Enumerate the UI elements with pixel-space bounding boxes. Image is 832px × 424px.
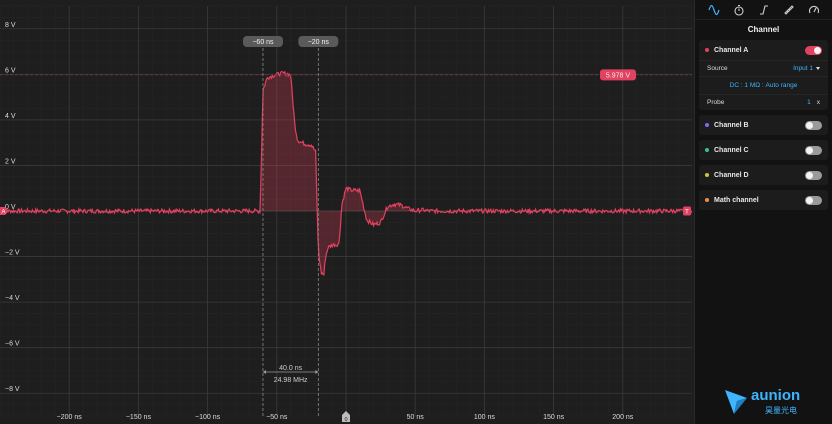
channel-b-label: Channel B xyxy=(714,121,749,129)
channel-panel: Channel Channel A Source Input 1 DC : 1 … xyxy=(694,0,832,424)
cursor-delta-time: 40.0 ns xyxy=(279,365,302,372)
timebase-tab[interactable] xyxy=(730,1,748,19)
y-tick-label: −4 V xyxy=(5,295,20,302)
stopwatch-icon xyxy=(733,4,744,16)
scope-plot[interactable]: 8 V6 V4 V2 V0 V−2 V−4 V−6 V−8 V−200 ns −1… xyxy=(0,0,692,424)
ruler-icon xyxy=(783,4,794,15)
channel-c-label: Channel C xyxy=(714,146,749,154)
y-tick-label: 4 V xyxy=(5,113,16,120)
y-tick-label: 8 V xyxy=(5,22,16,29)
channel-c-toggle[interactable] xyxy=(805,145,822,155)
channel-b-color-dot xyxy=(705,123,709,127)
trigger-tab[interactable] xyxy=(755,1,773,19)
x-tick-label: 50 ns xyxy=(407,414,425,421)
math-channel-label: Math channel xyxy=(714,196,759,204)
x-tick-label: 100 ns xyxy=(474,414,496,421)
math-channel-header[interactable]: Math channel xyxy=(699,190,828,210)
trigger-marker-label: T xyxy=(685,210,689,216)
cursor1-label: −60 ns xyxy=(252,39,274,46)
probe-row: Probe 1x xyxy=(699,94,828,110)
x-tick-label: −200 ns xyxy=(57,414,83,421)
cursor2-label: −20 ns xyxy=(308,39,330,46)
channel-b-toggle[interactable] xyxy=(805,120,822,130)
math-channel-color-dot xyxy=(705,198,709,202)
x-tick-label: −100 ns xyxy=(195,414,221,421)
channel-b-header[interactable]: Channel B xyxy=(699,115,828,135)
channel-a-toggle[interactable] xyxy=(805,45,822,55)
source-value: Input 1 xyxy=(793,65,813,72)
y-tick-label: 2 V xyxy=(5,158,16,165)
y-tick-label: −6 V xyxy=(5,341,20,348)
panel-tabbar xyxy=(695,0,832,20)
probe-unit: x xyxy=(816,99,820,106)
probe-setting[interactable]: 1x xyxy=(807,99,820,106)
measure-tab[interactable] xyxy=(780,1,798,19)
channel-a-header[interactable]: Channel A xyxy=(699,40,828,60)
coupling-button[interactable]: DC : 1 MΩ : Auto range xyxy=(699,76,828,94)
trace-area-fill xyxy=(260,73,457,275)
y-tick-label: 6 V xyxy=(5,67,16,74)
channel-c-card: Channel C xyxy=(699,140,828,160)
x-tick-label: 200 ns xyxy=(612,414,634,421)
source-select[interactable]: Input 1 xyxy=(793,65,820,72)
channel-a-color-dot xyxy=(705,48,709,52)
channel-d-card: Channel D xyxy=(699,165,828,185)
logo-brand: aunion xyxy=(751,387,800,404)
source-label: Source xyxy=(707,65,728,72)
probe-value: 1 xyxy=(807,99,811,106)
channel-c-color-dot xyxy=(705,148,709,152)
chevron-down-icon xyxy=(816,67,820,70)
logo-sub: 昊量光电 xyxy=(765,405,797,415)
channel-a-card: Channel A Source Input 1 DC : 1 MΩ : Aut… xyxy=(699,40,828,110)
scope-display[interactable]: 8 V6 V4 V2 V0 V −2 V −4 V −6 V −8 V −200 ns −1… xyxy=(0,0,692,424)
channel-b-card: Channel B xyxy=(699,115,828,135)
cursor-delta-frequency: 24.98 MHz xyxy=(274,377,308,384)
gauge-tab[interactable] xyxy=(805,1,823,19)
trigger-edge-icon xyxy=(759,4,768,15)
gauge-icon xyxy=(808,5,819,13)
channel-d-header[interactable]: Channel D xyxy=(699,165,828,185)
y-tick-label: −8 V xyxy=(5,386,20,393)
channel-c-header[interactable]: Channel C xyxy=(699,140,828,160)
math-channel-toggle[interactable] xyxy=(805,195,822,205)
channel-tab[interactable] xyxy=(705,1,723,19)
source-row: Source Input 1 xyxy=(699,60,828,76)
channel-a-label: Channel A xyxy=(714,46,749,54)
probe-label: Probe xyxy=(707,99,725,106)
channel-d-color-dot xyxy=(705,173,709,177)
sine-wave-icon xyxy=(707,4,720,15)
math-channel-card: Math channel xyxy=(699,190,828,210)
channel-d-label: Channel D xyxy=(714,171,749,179)
x-tick-label: −50 ns xyxy=(266,414,288,421)
panel-title: Channel xyxy=(747,25,780,34)
y-tick-label: −2 V xyxy=(5,250,20,257)
channel-d-toggle[interactable] xyxy=(805,170,822,180)
x-tick-label: 150 ns xyxy=(543,414,565,421)
x-tick-label: −150 ns xyxy=(126,414,152,421)
channel-a-marker-label: A xyxy=(1,210,5,216)
level-value: 5.978 V xyxy=(606,72,630,79)
aunion-logo: aunion 昊量光电 xyxy=(725,387,800,415)
zero-time-marker-label: 0 xyxy=(344,417,347,423)
